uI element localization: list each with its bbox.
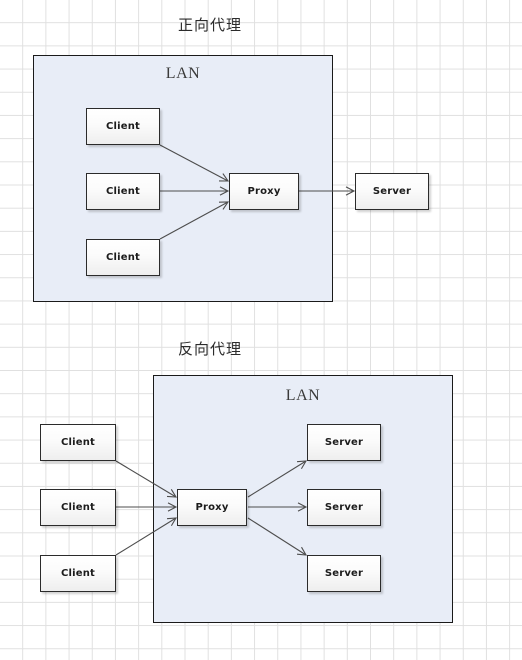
node-server[interactable]: Server xyxy=(307,424,381,461)
node-client[interactable]: Client xyxy=(40,555,116,592)
node-server[interactable]: Server xyxy=(307,555,381,592)
node-client[interactable]: Client xyxy=(86,239,160,276)
node-client[interactable]: Client xyxy=(86,173,160,210)
node-client[interactable]: Client xyxy=(40,424,116,461)
diagram-canvas: 正向代理 LAN 反向代理 LAN Client Client Client P… xyxy=(0,0,522,660)
reverse-proxy-lan-label: LAN xyxy=(285,387,321,404)
node-server[interactable]: Server xyxy=(307,489,381,526)
node-client[interactable]: Client xyxy=(40,489,116,526)
forward-proxy-title: 正向代理 xyxy=(177,16,242,34)
node-client[interactable]: Client xyxy=(86,108,160,145)
reverse-proxy-title: 反向代理 xyxy=(177,340,242,358)
node-proxy[interactable]: Proxy xyxy=(229,173,299,210)
node-server[interactable]: Server xyxy=(355,173,429,210)
node-proxy[interactable]: Proxy xyxy=(177,489,247,526)
forward-proxy-lan-label: LAN xyxy=(165,65,201,82)
connector-arrowhead-icon xyxy=(345,186,356,196)
